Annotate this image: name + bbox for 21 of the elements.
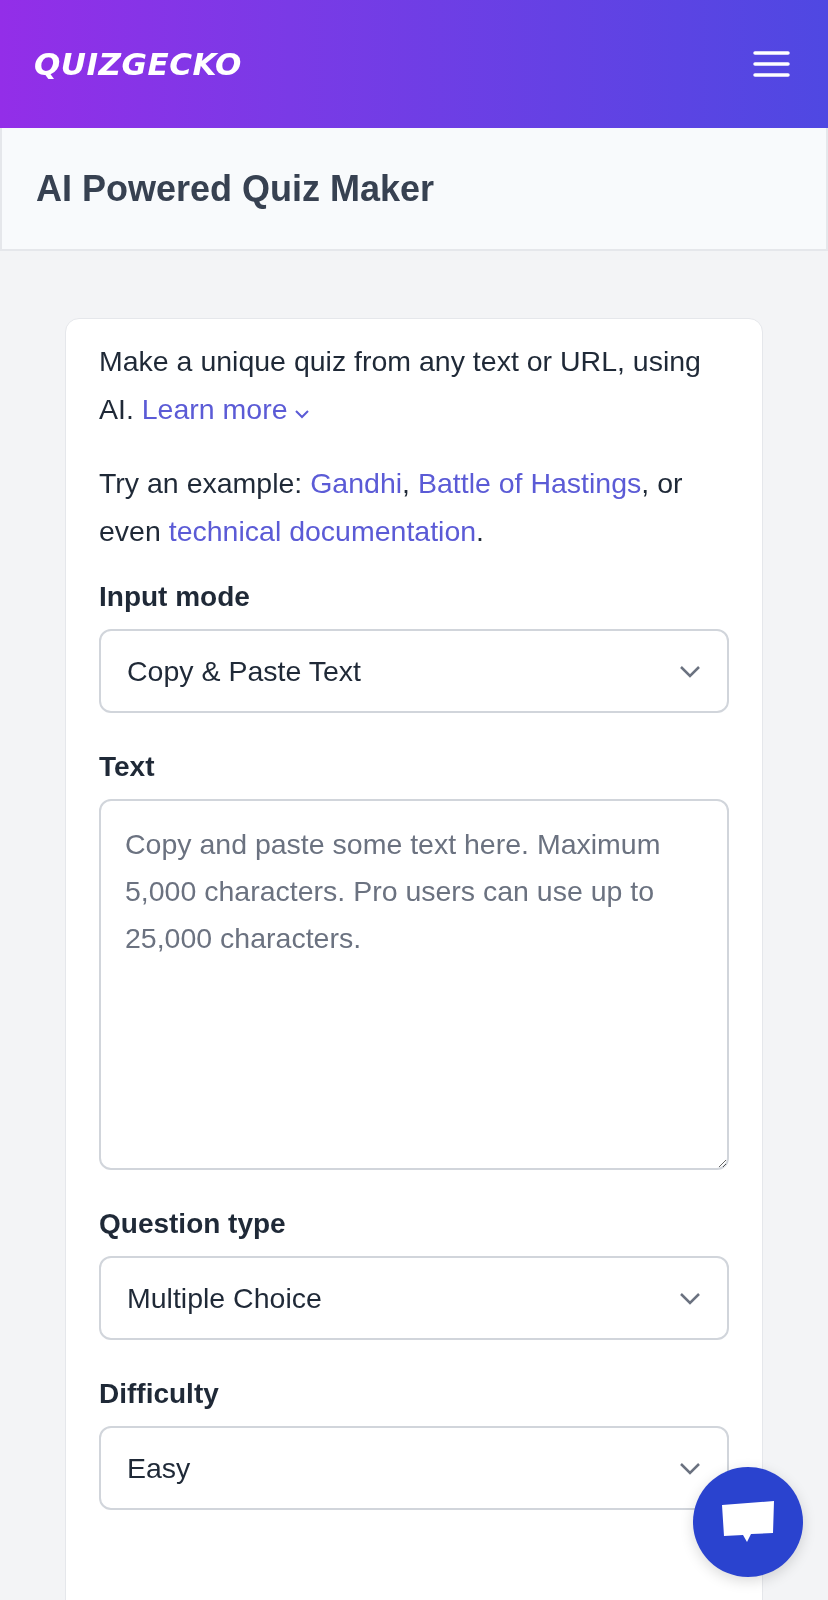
chevron-down-icon	[679, 1291, 701, 1305]
field-label: Text	[99, 751, 156, 783]
field-label: Question type	[99, 1208, 287, 1240]
text-area[interactable]: Copy and paste some text here. Maximum 5,000 characters. Pro users can use up to 25,000 characters.	[99, 799, 729, 1170]
examples-text: Try an example: Gandhi, Battle of Hastings, or even technical documentation.	[99, 466, 684, 549]
chevron-down-icon	[293, 409, 310, 419]
menu-icon[interactable]	[753, 51, 790, 77]
chevron-down-icon	[679, 1461, 701, 1475]
chevron-down-icon	[679, 664, 701, 678]
field-label: Input mode	[99, 581, 251, 613]
page-title: AI Powered Quiz Maker	[36, 167, 435, 210]
link[interactable]: Learn more	[141, 393, 310, 425]
field-label: Difficulty	[99, 1378, 220, 1410]
select-field[interactable]: Copy & Paste Text	[99, 629, 729, 713]
select-field[interactable]: Multiple Choice	[99, 1256, 729, 1340]
link[interactable]: Gandhi	[310, 467, 403, 499]
link[interactable]: technical documentation	[168, 515, 477, 547]
link[interactable]: Battle of Hastings	[417, 467, 642, 499]
logo[interactable]: QUIZGECKO	[34, 46, 242, 82]
select-field[interactable]: Easy	[99, 1426, 729, 1510]
intro-text: Make a unique quiz from any text or URL, using AI. Learn more	[99, 344, 702, 427]
